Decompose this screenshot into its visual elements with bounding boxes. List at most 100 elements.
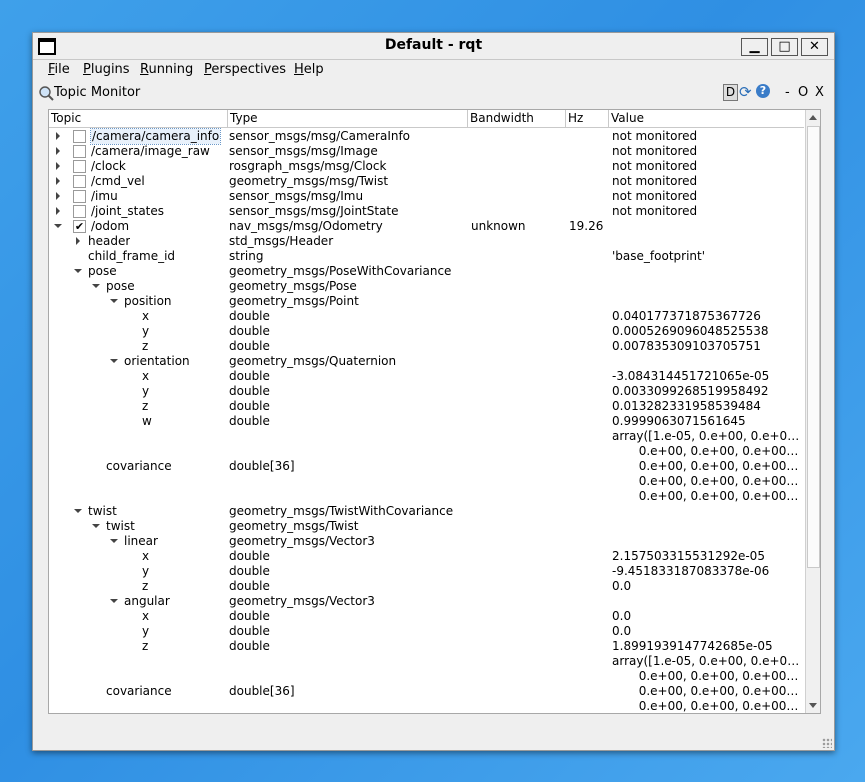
- table-row[interactable]: position geometry_msgs/Point: [49, 294, 804, 309]
- plugin-float-button[interactable]: O: [798, 85, 808, 100]
- monitor-checkbox[interactable]: [73, 190, 86, 203]
- column-header-hz[interactable]: Hz: [565, 110, 608, 127]
- expand-arrow-right-icon[interactable]: [56, 207, 60, 215]
- table-row[interactable]: z double 0.013282331958539484: [49, 399, 804, 414]
- monitor-checkbox[interactable]: [73, 175, 86, 188]
- expand-arrow-right-icon[interactable]: [56, 192, 60, 200]
- plugin-close-button[interactable]: X: [815, 85, 824, 100]
- d-toggle-button[interactable]: D: [723, 84, 738, 101]
- table-row[interactable]: /cmd_vel geometry_msgs/msg/Twist not monit…: [49, 174, 804, 189]
- table-row[interactable]: /camera/image_raw sensor_msgs/msg/Image no…: [49, 144, 804, 159]
- expand-arrow-right-icon[interactable]: [56, 162, 60, 170]
- maximize-button[interactable]: □: [771, 38, 798, 56]
- table-row[interactable]: pose geometry_msgs/PoseWithCovariance: [49, 264, 804, 279]
- expand-arrow-down-icon[interactable]: [110, 539, 118, 543]
- table-row[interactable]: x double -3.084314451721065e-05: [49, 369, 804, 384]
- expand-arrow-right-icon[interactable]: [56, 147, 60, 155]
- expand-arrow-right-icon[interactable]: [76, 237, 80, 245]
- type-cell: double: [229, 309, 270, 323]
- column-header-topic[interactable]: Topic: [49, 110, 227, 127]
- table-row[interactable]: 0.e+00, 0.e+00, 0.e+00…: [49, 444, 804, 459]
- monitor-checkbox[interactable]: ✔: [73, 220, 86, 233]
- table-row[interactable]: 0.e+00, 0.e+00, 0.e+00…: [49, 489, 804, 504]
- table-row[interactable]: y double 0.0033099268519958492: [49, 384, 804, 399]
- type-cell: geometry_msgs/PoseWithCovariance: [229, 264, 452, 278]
- close-button[interactable]: ✕: [801, 38, 828, 56]
- plugin-minimize-button[interactable]: -: [785, 85, 790, 100]
- menu-plugins[interactable]: Plugins: [83, 62, 130, 77]
- table-row[interactable]: array([1.e-05, 0.e+00, 0.e+0…: [49, 429, 804, 444]
- table-row[interactable]: /imu sensor_msgs/msg/Imu not monitored: [49, 189, 804, 204]
- table-row[interactable]: array([1.e-05, 0.e+00, 0.e+0…: [49, 654, 804, 669]
- menu-file[interactable]: File: [48, 62, 70, 77]
- expand-arrow-right-icon[interactable]: [56, 132, 60, 140]
- monitor-checkbox[interactable]: [73, 160, 86, 173]
- help-icon[interactable]: ?: [756, 84, 770, 98]
- menu-perspectives[interactable]: Perspectives: [204, 62, 286, 77]
- expand-arrow-down-icon[interactable]: [110, 359, 118, 363]
- table-row[interactable]: ✔ /odom nav_msgs/msg/Odometry unknown 19.26: [49, 219, 804, 234]
- table-row[interactable]: orientation geometry_msgs/Quaternion: [49, 354, 804, 369]
- table-row[interactable]: child_frame_id string 'base_footprint': [49, 249, 804, 264]
- expand-arrow-right-icon[interactable]: [56, 177, 60, 185]
- value-cell: 0.e+00, 0.e+00, 0.e+00…: [612, 669, 799, 683]
- bandwidth-cell: [471, 144, 563, 159]
- table-row[interactable]: y double 0.0005269096048525538: [49, 324, 804, 339]
- table-row[interactable]: twist geometry_msgs/TwistWithCovariance: [49, 504, 804, 519]
- table-row[interactable]: x double 0.0: [49, 609, 804, 624]
- topic-cell: twist: [106, 519, 135, 533]
- table-row[interactable]: x double 0.040177371875367726: [49, 309, 804, 324]
- value-cell: not monitored: [612, 204, 698, 218]
- table-row[interactable]: x double 2.157503315531292e-05: [49, 549, 804, 564]
- refresh-icon[interactable]: ⟳: [739, 84, 752, 100]
- menu-help[interactable]: Help: [294, 62, 324, 77]
- value-cell: 0.9999063071561645: [612, 414, 746, 428]
- resize-grip[interactable]: [822, 738, 832, 748]
- table-row[interactable]: /camera/camera_info sensor_msgs/msg/Camer…: [49, 128, 804, 145]
- title-bar[interactable]: Default - rqt ▁ □ ✕: [33, 33, 834, 60]
- table-row[interactable]: linear geometry_msgs/Vector3: [49, 534, 804, 549]
- expand-arrow-down-icon[interactable]: [92, 524, 100, 528]
- table-row[interactable]: 0.e+00, 0.e+00, 0.e+00…: [49, 669, 804, 684]
- scrollbar-thumb[interactable]: [807, 126, 820, 568]
- monitor-checkbox[interactable]: [73, 205, 86, 218]
- vertical-scrollbar[interactable]: [805, 110, 820, 713]
- table-row[interactable]: 0.e+00, 0.e+00, 0.e+00…: [49, 699, 804, 713]
- scroll-up-arrow-icon[interactable]: [809, 115, 817, 120]
- menu-bar: File Plugins Running Perspectives Help: [33, 60, 834, 82]
- expand-arrow-down-icon[interactable]: [92, 284, 100, 288]
- menu-running[interactable]: Running: [140, 62, 193, 77]
- type-cell: geometry_msgs/Pose: [229, 279, 357, 293]
- table-row[interactable]: covariance double[36] 0.e+00, 0.e+00, 0.e…: [49, 684, 804, 699]
- monitor-checkbox[interactable]: [73, 130, 86, 143]
- table-row[interactable]: z double 1.8991939147742685e-05: [49, 639, 804, 654]
- table-row[interactable]: header std_msgs/Header: [49, 234, 804, 249]
- expand-arrow-down-icon[interactable]: [54, 224, 62, 228]
- expand-arrow-down-icon[interactable]: [110, 299, 118, 303]
- monitor-checkbox[interactable]: [73, 145, 86, 158]
- value-cell: array([1.e-05, 0.e+00, 0.e+0…: [612, 429, 800, 443]
- table-row[interactable]: 0.e+00, 0.e+00, 0.e+00…: [49, 474, 804, 489]
- scroll-down-arrow-icon[interactable]: [809, 703, 817, 708]
- topic-tree-table[interactable]: Topic Type Bandwidth Hz Value /camera/ca…: [48, 109, 821, 714]
- expand-arrow-down-icon[interactable]: [74, 509, 82, 513]
- table-row[interactable]: z double 0.0: [49, 579, 804, 594]
- table-row[interactable]: angular geometry_msgs/Vector3: [49, 594, 804, 609]
- column-header-bandwidth[interactable]: Bandwidth: [467, 110, 565, 127]
- table-row[interactable]: y double 0.0: [49, 624, 804, 639]
- table-row[interactable]: w double 0.9999063071561645: [49, 414, 804, 429]
- column-header-value[interactable]: Value: [608, 110, 804, 127]
- bandwidth-cell: [471, 294, 563, 309]
- table-row[interactable]: /clock rosgraph_msgs/msg/Clock not monitor…: [49, 159, 804, 174]
- expand-arrow-down-icon[interactable]: [74, 269, 82, 273]
- minimize-button[interactable]: ▁: [741, 38, 768, 56]
- value-cell: 0.0: [612, 624, 632, 638]
- column-header-type[interactable]: Type: [227, 110, 467, 127]
- expand-arrow-down-icon[interactable]: [110, 599, 118, 603]
- table-row[interactable]: twist geometry_msgs/Twist: [49, 519, 804, 534]
- table-row[interactable]: y double -9.451833187083378e-06: [49, 564, 804, 579]
- table-row[interactable]: z double 0.007835309103705751: [49, 339, 804, 354]
- table-row[interactable]: pose geometry_msgs/Pose: [49, 279, 804, 294]
- table-row[interactable]: covariance double[36] 0.e+00, 0.e+00, 0.e…: [49, 459, 804, 474]
- table-row[interactable]: /joint_states sensor_msgs/msg/JointState n…: [49, 204, 804, 219]
